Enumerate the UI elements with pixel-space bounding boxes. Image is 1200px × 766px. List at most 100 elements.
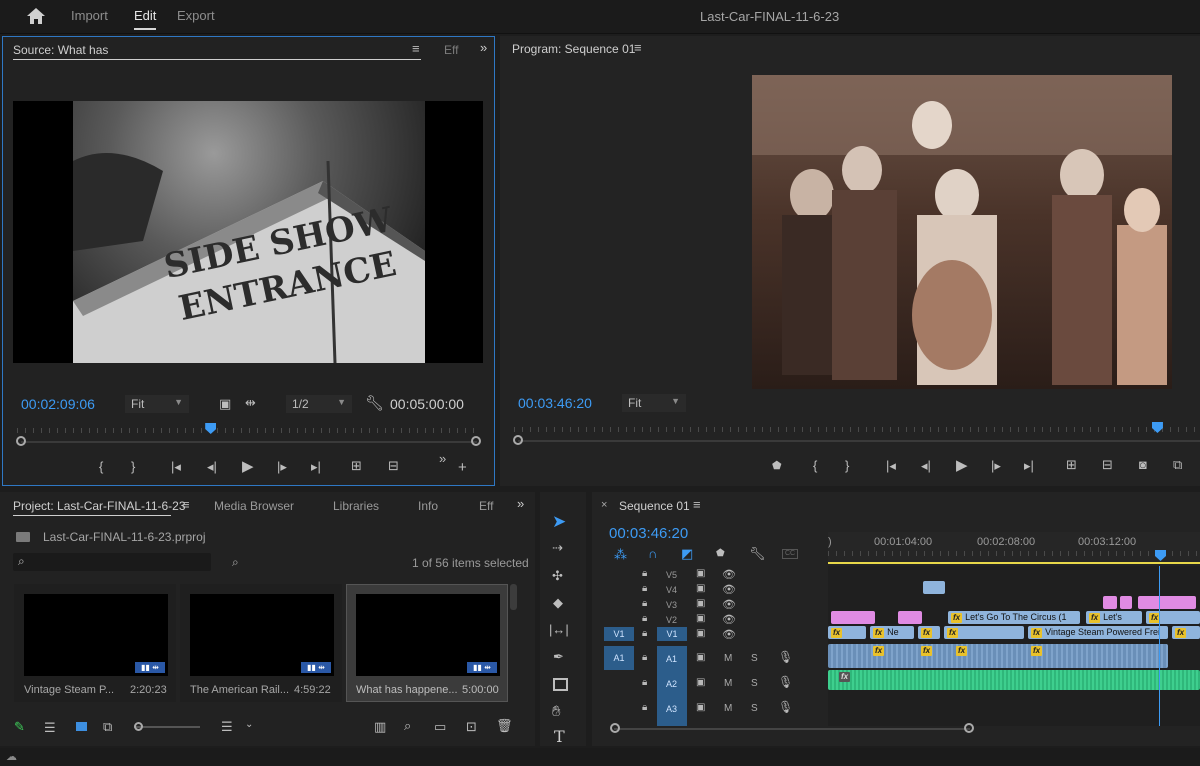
source-time-ruler[interactable] bbox=[17, 425, 477, 441]
eye-icon[interactable]: 👁︎ bbox=[722, 613, 736, 626]
eye-icon[interactable]: 👁︎ bbox=[722, 598, 736, 611]
write-protect-icon[interactable]: ✎ bbox=[14, 719, 25, 735]
captions-icon[interactable]: CC bbox=[782, 549, 798, 559]
resolution-select[interactable]: 1/2 ▼ bbox=[286, 395, 352, 413]
zoom-slider[interactable] bbox=[134, 722, 200, 731]
nav-export[interactable]: Export bbox=[177, 8, 215, 23]
clip-v3[interactable] bbox=[1138, 596, 1196, 609]
source-zoom-select[interactable]: Fit ▼ bbox=[125, 395, 189, 413]
lock-icon[interactable]: 🔒︎ bbox=[642, 568, 647, 579]
snap-icon[interactable]: ∩ bbox=[648, 546, 657, 561]
timeline-timecode[interactable]: 00:03:46:20 bbox=[609, 525, 688, 542]
lock-icon[interactable]: 🔒︎ bbox=[642, 583, 647, 594]
tab-effects[interactable]: Eff bbox=[479, 499, 493, 513]
new-item-icon[interactable]: ⊡ bbox=[466, 719, 477, 735]
track-label-a2[interactable]: A2 bbox=[666, 679, 677, 689]
program-tab[interactable]: Program: Sequence 01 bbox=[512, 42, 635, 56]
new-bin-icon[interactable]: ▭ bbox=[434, 719, 446, 735]
export-frame-icon[interactable]: ◙ bbox=[1139, 457, 1147, 472]
source-patch-v1[interactable]: V1 bbox=[604, 627, 634, 641]
clip-v2[interactable]: fx bbox=[1146, 611, 1200, 624]
drag-video-icon[interactable]: ⇹ bbox=[245, 395, 256, 411]
mark-in-icon[interactable]: { bbox=[99, 459, 103, 474]
media-item-selected[interactable]: ▮▮ ⇹ What has happene... 5:00:00 bbox=[346, 584, 508, 702]
icon-view-icon[interactable] bbox=[76, 722, 87, 731]
source-tab[interactable]: Source: What has bbox=[13, 43, 108, 57]
more-buttons-icon[interactable]: » bbox=[439, 451, 446, 466]
mute-button[interactable]: M bbox=[724, 703, 732, 714]
track-label-v4[interactable]: V4 bbox=[666, 585, 677, 595]
creative-cloud-icon[interactable]: ☁ bbox=[6, 750, 17, 763]
media-item[interactable]: ▮▮ ⇹ Vintage Steam P... 2:20:23 bbox=[14, 584, 176, 702]
program-timecode[interactable]: 00:03:46:20 bbox=[518, 395, 592, 411]
find-icon[interactable]: ⌕ bbox=[404, 718, 411, 734]
search-field[interactable] bbox=[35, 554, 205, 570]
tab-info[interactable]: Info bbox=[418, 499, 438, 513]
nest-toggle-icon[interactable]: ⁂ bbox=[614, 547, 627, 563]
selection-tool-icon[interactable]: ➤ bbox=[552, 512, 566, 532]
automate-to-sequence-icon[interactable]: ▥ bbox=[374, 719, 386, 735]
track-label-v5[interactable]: V5 bbox=[666, 570, 677, 580]
film-icon[interactable]: ▣ bbox=[696, 613, 705, 624]
extract-icon[interactable]: ⊟ bbox=[1102, 457, 1113, 473]
eye-icon[interactable]: 👁︎ bbox=[722, 628, 736, 641]
scroll-start-handle[interactable] bbox=[513, 435, 523, 445]
program-zoom-select[interactable]: Fit ▼ bbox=[622, 394, 686, 412]
overwrite-icon[interactable]: ⊟ bbox=[388, 458, 399, 474]
step-back-icon[interactable]: ◂| bbox=[921, 458, 931, 474]
timeline-scrollbar[interactable] bbox=[614, 728, 970, 730]
film-icon[interactable]: ▣ bbox=[696, 598, 705, 609]
nav-import[interactable]: Import bbox=[71, 8, 108, 23]
type-tool-icon[interactable]: T bbox=[554, 727, 565, 746]
microphone-icon[interactable]: 🎙︎ bbox=[778, 650, 793, 664]
track-label-v1[interactable]: V1 bbox=[657, 627, 687, 641]
clip-v3[interactable] bbox=[1103, 596, 1117, 609]
go-to-out-icon[interactable]: ▸| bbox=[311, 459, 321, 475]
lift-icon[interactable]: ⊞ bbox=[1066, 457, 1077, 473]
mark-out-icon[interactable]: } bbox=[131, 459, 135, 474]
trash-icon[interactable]: 🗑︎ bbox=[496, 718, 513, 734]
program-time-ruler[interactable] bbox=[514, 424, 1198, 440]
zoom-slider-handle[interactable] bbox=[134, 722, 143, 731]
list-view-icon[interactable]: ☰ bbox=[44, 720, 56, 736]
panel-overflow-icon[interactable]: » bbox=[517, 496, 524, 511]
film-icon[interactable]: ▣ bbox=[696, 583, 705, 594]
solo-button[interactable]: S bbox=[751, 653, 758, 664]
button-editor-icon[interactable]: + bbox=[458, 459, 467, 476]
panel-overflow-icon[interactable]: » bbox=[480, 40, 487, 55]
mute-button[interactable]: M bbox=[724, 653, 732, 664]
film-icon[interactable]: ▣ bbox=[696, 677, 705, 688]
eye-icon[interactable]: 👁︎ bbox=[722, 568, 736, 581]
clip-v2[interactable] bbox=[831, 611, 875, 624]
rectangle-tool-icon[interactable] bbox=[553, 678, 568, 691]
clip-v1-ne[interactable]: fx Ne bbox=[870, 626, 914, 639]
lock-icon[interactable]: 🔒︎ bbox=[642, 702, 647, 713]
add-marker-icon[interactable]: ⬟ bbox=[772, 459, 782, 472]
sequence-tab[interactable]: Sequence 01 bbox=[619, 499, 690, 513]
clip-v2-lets[interactable]: fx Let's bbox=[1086, 611, 1142, 624]
timeline-settings-icon[interactable]: 🔧︎ bbox=[749, 546, 766, 562]
clip-v4[interactable] bbox=[923, 581, 945, 594]
chevron-down-icon[interactable]: ⌄ bbox=[245, 719, 253, 730]
clip-v1[interactable]: fx bbox=[918, 626, 940, 639]
project-menu-icon[interactable]: ≡ bbox=[182, 497, 190, 512]
close-icon[interactable]: × bbox=[601, 499, 607, 511]
track-label-a3[interactable]: A3 bbox=[666, 704, 677, 714]
home-icon[interactable] bbox=[26, 7, 46, 25]
sequence-menu-icon[interactable]: ≡ bbox=[693, 497, 701, 512]
effects-tab[interactable]: Eff bbox=[444, 43, 458, 57]
wrench-icon[interactable]: 🔧︎ bbox=[365, 394, 384, 412]
go-to-out-icon[interactable]: ▸| bbox=[1024, 458, 1034, 474]
scroll-start-handle[interactable] bbox=[16, 436, 26, 446]
track-label-v3[interactable]: V3 bbox=[666, 600, 677, 610]
mute-button[interactable]: M bbox=[724, 678, 732, 689]
clip-v2[interactable] bbox=[898, 611, 922, 624]
new-search-bin-icon[interactable]: ⌕ bbox=[232, 555, 239, 570]
audio-clip-a1[interactable]: fx fx fx fx bbox=[828, 644, 1168, 668]
lock-icon[interactable]: 🔒︎ bbox=[642, 628, 647, 639]
clip-v1[interactable]: fx bbox=[944, 626, 1024, 639]
program-scroll-track[interactable] bbox=[518, 440, 1200, 442]
track-area[interactable]: fx Let's Go To The Circus (1 fx Let's fx f… bbox=[828, 566, 1200, 726]
pen-tool-icon[interactable]: ✒ bbox=[553, 649, 564, 665]
eye-icon[interactable]: 👁︎ bbox=[722, 583, 736, 596]
